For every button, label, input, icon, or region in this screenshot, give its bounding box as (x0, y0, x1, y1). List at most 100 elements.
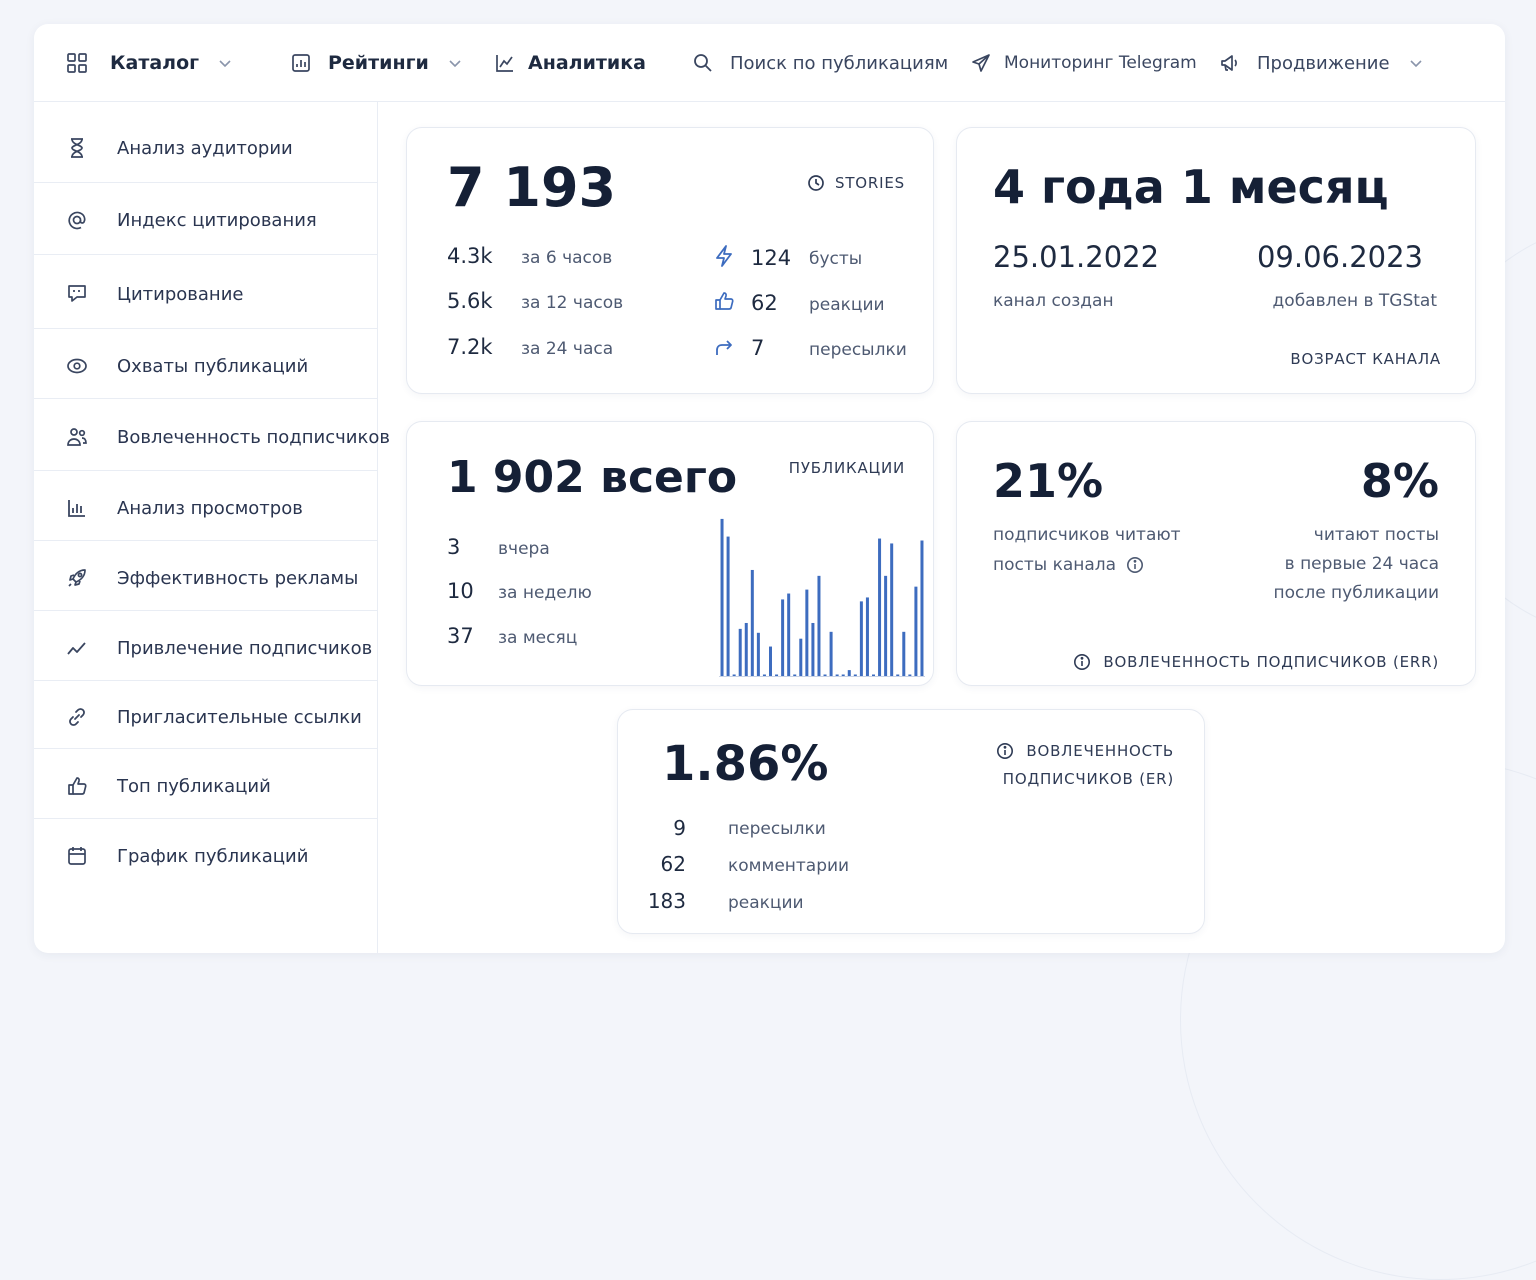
publications-row-label: за неделю (498, 583, 592, 603)
top-navigation: Каталог Рейтинги Аналитика Поиск по публ… (34, 24, 1505, 102)
chart-bar (769, 646, 772, 676)
paper-plane-icon (972, 54, 990, 72)
sidebar-item-ads[interactable]: Эффективность рекламы (34, 544, 378, 612)
sidebar-item-label: Цитирование (117, 283, 244, 305)
added-label: добавлен в TGStat (1272, 291, 1437, 311)
at-icon (66, 209, 88, 231)
publications-row-value: 10 (447, 579, 474, 603)
chart-bar (793, 674, 797, 676)
lightning-icon (716, 245, 732, 267)
chart-bar (865, 597, 869, 676)
users-icon (66, 426, 88, 448)
stories-tag-label: STORIES (835, 174, 905, 192)
sidebar-item-citation-index[interactable]: Индекс цитирования (34, 186, 378, 254)
chart-bar (920, 540, 924, 676)
sidebar-item-label: Анализ аудитории (117, 137, 293, 159)
chevron-down-icon (219, 60, 231, 68)
chart-bar (896, 674, 900, 676)
sidebar-item-schedule[interactable]: График публикаций (34, 822, 378, 890)
sidebar-item-invite-links[interactable]: Пригласительные ссылки (34, 684, 378, 750)
chart-bar (878, 538, 882, 676)
chart-bar (872, 674, 875, 676)
info-icon[interactable] (1126, 556, 1144, 574)
sidebar-item-label: Эффективность рекламы (117, 567, 359, 589)
er-tag-label: ВОВЛЕЧЕННОСТЬ (1026, 742, 1174, 760)
err-right-text: читают посты (1313, 525, 1439, 545)
app-window: Каталог Рейтинги Аналитика Поиск по публ… (34, 24, 1505, 953)
publications-total: 1 902 всего (447, 452, 738, 503)
chart-bar (811, 622, 815, 676)
err-card: 21% подписчиков читают посты канала 8% ч… (956, 421, 1476, 686)
sidebar-item-engagement[interactable]: Вовлеченность подписчиков (34, 402, 390, 472)
sidebar-item-label: Пригласительные ссылки (117, 706, 362, 728)
link-icon (66, 706, 88, 728)
rocket-icon (66, 567, 88, 589)
err-left-text: посты канала (993, 555, 1117, 575)
chart-bar (853, 674, 857, 676)
stories-total: 7 193 (447, 156, 617, 219)
stories-stat-label: пересылки (809, 340, 907, 360)
stories-row-value: 7.2k (447, 335, 493, 359)
nav-promotion[interactable]: Продвижение (1219, 24, 1424, 102)
sidebar-item-top-posts[interactable]: Топ публикаций (34, 752, 378, 820)
nav-analytics-label: Аналитика (528, 52, 646, 74)
er-tag-label-2: ПОДПИСЧИКОВ (ER) (1002, 770, 1174, 788)
nav-telegram[interactable]: Мониторинг Telegram (970, 24, 1197, 102)
publications-row-value: 37 (447, 624, 474, 648)
sidebar-item-label: График публикаций (117, 845, 309, 867)
hourglass-icon (66, 137, 88, 159)
thumbs-up-icon (66, 775, 88, 797)
stories-row-label: за 6 часов (521, 248, 613, 268)
chart-bar (823, 674, 827, 676)
sidebar-item-reach[interactable]: Охваты публикаций (34, 332, 378, 400)
publications-tag: ПУБЛИКАЦИИ (788, 459, 905, 477)
chart-bar (884, 575, 888, 676)
sidebar-item-citations[interactable]: Цитирование (34, 258, 378, 330)
chart-bar (890, 543, 894, 676)
channel-age-tag: ВОЗРАСТ КАНАЛА (1290, 350, 1441, 368)
megaphone-icon (1221, 55, 1237, 71)
chart-bar (781, 599, 785, 676)
info-icon[interactable] (996, 742, 1014, 760)
publications-bar-chart (719, 518, 925, 677)
search-icon (694, 54, 712, 72)
chart-bar (829, 631, 833, 676)
nav-search[interactable]: Поиск по публикациям (692, 24, 948, 102)
quote-bubble-icon (66, 283, 88, 305)
chart-bar (750, 569, 754, 676)
nav-analytics[interactable]: Аналитика (494, 24, 646, 102)
chart-bar (805, 589, 809, 676)
chart-bar (744, 622, 748, 676)
nav-catalog-label: Каталог (110, 52, 200, 74)
er-row-label: реакции (728, 893, 804, 913)
bar-chart-icon (66, 497, 88, 519)
sidebar-item-views[interactable]: Анализ просмотров (34, 474, 378, 542)
stories-row-label: за 12 часов (521, 293, 624, 313)
trend-icon (66, 637, 88, 659)
chevron-down-icon (1409, 60, 1422, 68)
er-row-label: пересылки (728, 819, 826, 839)
nav-promotion-label: Продвижение (1257, 52, 1390, 74)
sidebar-item-audience[interactable]: Анализ аудитории (34, 116, 378, 180)
stories-row-label: за 24 часа (521, 339, 614, 359)
grid-icon (67, 53, 87, 73)
calendar-icon (66, 845, 88, 867)
sidebar-item-growth[interactable]: Привлечение подписчиков (34, 614, 378, 682)
clock-icon (808, 175, 824, 191)
created-date: 25.01.2022 (993, 240, 1160, 274)
info-icon[interactable] (1073, 653, 1091, 671)
chart-bar (738, 628, 742, 676)
nav-catalog[interactable]: Каталог (66, 24, 233, 102)
nav-ratings[interactable]: Рейтинги (290, 24, 463, 102)
chevron-down-icon (449, 60, 461, 68)
ratings-icon (292, 54, 310, 72)
sidebar-item-label: Топ публикаций (117, 775, 271, 797)
stories-tag: STORIES (807, 174, 905, 192)
nav-ratings-label: Рейтинги (328, 52, 429, 74)
err-right-text: после публикации (1273, 583, 1439, 603)
er-card: 1.86% ВОВЛЕЧЕННОСТЬ ПОДПИСЧИКОВ (ER) 9 п… (617, 709, 1205, 934)
created-label: канал создан (993, 291, 1114, 311)
stories-stat-value: 124 (751, 246, 792, 270)
stories-row-value: 4.3k (447, 244, 493, 268)
er-value: 1.86% (662, 736, 829, 792)
